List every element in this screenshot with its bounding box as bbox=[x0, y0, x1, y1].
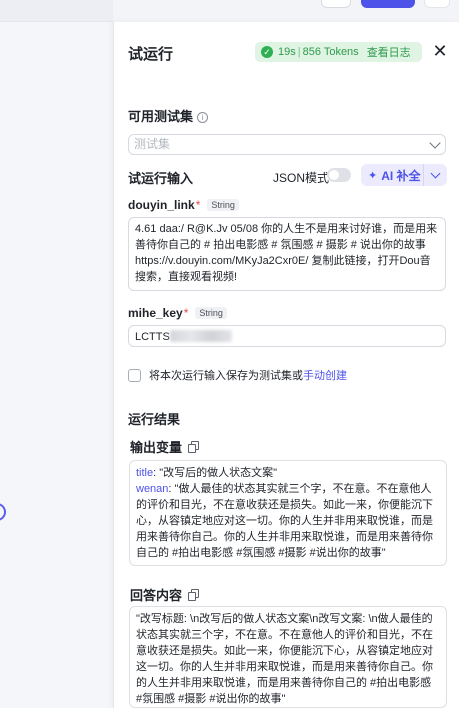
type-tag: String bbox=[207, 199, 239, 211]
json-mode-toggle[interactable] bbox=[327, 168, 351, 182]
type-tag: String bbox=[195, 307, 227, 319]
chevron-down-icon bbox=[429, 137, 441, 149]
run-status-badge: ✓ 19s | 856 Tokens 查看日志 bbox=[255, 42, 422, 62]
output-vars-title: 输出变量 bbox=[130, 440, 183, 455]
output-value: : "改写后的做人状态文案" bbox=[153, 467, 278, 479]
chevron-down-icon[interactable] bbox=[424, 164, 446, 186]
toggle-knob bbox=[329, 170, 339, 180]
required-mark: * bbox=[183, 306, 189, 320]
workflow-canvas[interactable] bbox=[0, 0, 113, 708]
close-icon[interactable]: ✕ bbox=[430, 40, 450, 62]
douyin-link-input[interactable]: 4.61 daa:/ R@K.Jv 05/08 你的人生不是用来讨好谁，而是用来… bbox=[128, 217, 446, 291]
output-key: title bbox=[136, 467, 154, 479]
copy-icon[interactable] bbox=[188, 589, 200, 601]
mihe-key-value: LCTTS bbox=[135, 331, 170, 343]
toolbar-primary-button[interactable] bbox=[361, 0, 415, 8]
save-testset-row: 将本次运行输入保存为测试集或 手动创建 bbox=[128, 367, 347, 383]
save-testset-text: 将本次运行输入保存为测试集或 bbox=[149, 370, 303, 382]
answer-box: "改写标题: \n改写后的做人状态文案\n改写文案: \n做人最佳的状态其实就三… bbox=[129, 606, 447, 708]
output-title-line: title: "改写后的做人状态文案" bbox=[136, 465, 440, 481]
check-icon: ✓ bbox=[261, 46, 273, 58]
save-testset-checkbox[interactable] bbox=[128, 368, 141, 382]
ai-complete-button[interactable]: ✦ AI 补全 bbox=[361, 164, 447, 186]
test-run-panel: 试运行 ✓ 19s | 856 Tokens 查看日志 ✕ 可用测试集 i 测试集… bbox=[113, 22, 459, 708]
separator: | bbox=[297, 46, 301, 58]
field-name: mihe_key bbox=[128, 306, 183, 320]
output-value: : "做人最佳的状态其实就三个字，不在意。不在意他人的评价和目光，不在意收获还是… bbox=[136, 483, 433, 559]
field-label-mihe-key: mihe_key* String bbox=[128, 306, 227, 320]
run-result-label: 运行结果 bbox=[128, 412, 181, 427]
answer-label: 回答内容 bbox=[130, 585, 200, 604]
testset-select[interactable]: 测试集 bbox=[128, 134, 446, 155]
testset-placeholder: 测试集 bbox=[134, 137, 171, 151]
output-vars-box: title: "改写后的做人状态文案" wenan: "做人最佳的状态其实就三个… bbox=[129, 460, 447, 566]
required-mark: * bbox=[195, 198, 201, 212]
sparkle-icon: ✦ bbox=[368, 169, 378, 182]
output-vars-label: 输出变量 bbox=[130, 437, 200, 456]
canvas-node-port[interactable] bbox=[0, 503, 6, 521]
field-name: douyin_link bbox=[128, 198, 195, 212]
manual-create-link[interactable]: 手动创建 bbox=[303, 367, 347, 383]
output-key: wenan bbox=[136, 483, 169, 495]
run-input-label: 试运行输入 bbox=[128, 171, 194, 186]
toolbar-button[interactable] bbox=[321, 0, 351, 8]
token-count: 856 Tokens bbox=[302, 46, 359, 58]
panel-header: 试运行 ✓ 19s | 856 Tokens 查看日志 ✕ bbox=[128, 40, 448, 64]
output-wenan-line: wenan: "做人最佳的状态其实就三个字，不在意。不在意他人的评价和目光，不在… bbox=[136, 481, 440, 561]
info-icon[interactable]: i bbox=[197, 112, 209, 123]
toolbar-button[interactable] bbox=[424, 0, 450, 8]
run-time: 19s bbox=[278, 46, 296, 58]
testset-section-label: 可用测试集 i bbox=[128, 106, 209, 125]
json-mode-label: JSON模式 bbox=[273, 171, 330, 185]
canvas-top-strip bbox=[0, 0, 113, 22]
field-label-douyin-link: douyin_link* String bbox=[128, 198, 239, 212]
ai-complete-main[interactable]: ✦ AI 补全 bbox=[361, 164, 424, 186]
ai-complete-label: AI 补全 bbox=[381, 168, 421, 183]
answer-title: 回答内容 bbox=[130, 588, 183, 603]
view-log-link[interactable]: 查看日志 bbox=[367, 44, 411, 60]
panel-title: 试运行 bbox=[128, 46, 174, 63]
copy-icon[interactable] bbox=[188, 441, 200, 453]
redacted-mask bbox=[169, 330, 232, 342]
mihe-key-input[interactable]: LCTTS bbox=[128, 325, 446, 347]
testset-label: 可用测试集 bbox=[128, 109, 194, 124]
